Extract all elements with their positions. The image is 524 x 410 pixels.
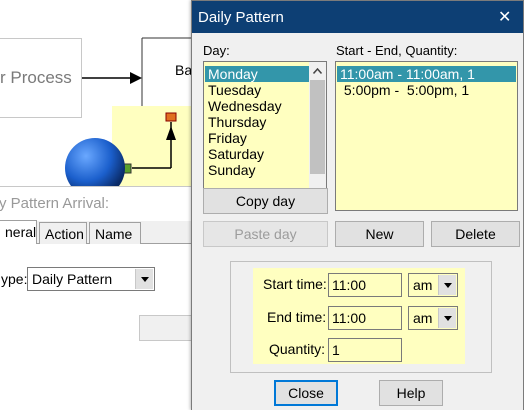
close-button-label: Close (288, 385, 324, 401)
end-ampm-select[interactable]: am (408, 306, 458, 330)
day-list-item[interactable]: Monday (205, 66, 309, 82)
help-button[interactable]: Help (379, 380, 443, 406)
start-ampm-dropdown[interactable] (438, 275, 456, 295)
type-combo-dropdown[interactable] (135, 269, 153, 289)
type-combo-value: Daily Pattern (32, 271, 113, 287)
tab-action-label: Action (45, 226, 84, 242)
chevron-down-icon (443, 315, 452, 321)
scrollbar-thumb[interactable] (310, 80, 325, 174)
copy-day-button[interactable]: Copy day (203, 188, 328, 214)
daily-pattern-dialog: Daily Pattern ✕ Day: Monday Tuesday Wedn… (191, 0, 524, 410)
chevron-up-icon[interactable] (313, 68, 322, 74)
tab-panel (0, 244, 197, 372)
end-time-input[interactable]: 11:00 (328, 306, 402, 330)
start-time-input[interactable]: 11:00 (328, 273, 402, 297)
paste-day-button-label: Paste day (234, 226, 297, 242)
second-box-label: Ba (175, 62, 193, 78)
start-ampm-select[interactable]: am (408, 273, 458, 297)
dialog-title-bar: Daily Pattern ✕ (192, 1, 523, 33)
start-time-label: Start time: (263, 276, 327, 292)
chevron-down-icon (443, 282, 452, 288)
arrival-dialog-title: y Pattern Arrival: (0, 187, 197, 221)
new-button[interactable]: New (335, 221, 424, 247)
paste-day-button[interactable]: Paste day (203, 221, 328, 247)
schedule-list: 11:00am - 11:00am, 1 5:00pm - 5:00pm, 1 (337, 66, 516, 98)
chevron-down-icon (140, 276, 149, 282)
end-time-label: End time: (267, 309, 327, 325)
day-list-item[interactable]: Wednesday (205, 98, 309, 114)
tab-name[interactable]: Name (89, 222, 141, 244)
dialog-client-area: Day: Monday Tuesday Wednesday Thursday F… (192, 33, 523, 410)
type-combo[interactable]: Daily Pattern (27, 267, 155, 291)
tab-general[interactable]: neral (0, 220, 37, 244)
tab-action[interactable]: Action (39, 222, 87, 244)
start-ampm-value: am (413, 277, 433, 293)
schedule-list-item[interactable]: 5:00pm - 5:00pm, 1 (337, 82, 516, 98)
delete-button-label: Delete (455, 226, 496, 242)
copy-day-button-label: Copy day (235, 193, 296, 209)
day-list-item[interactable]: Sunday (205, 162, 309, 178)
tab-name-label: Name (95, 226, 133, 242)
day-list: Monday Tuesday Wednesday Thursday Friday… (205, 66, 309, 178)
close-icon[interactable]: ✕ (498, 7, 511, 27)
day-list-item[interactable]: Thursday (205, 114, 309, 130)
end-ampm-value: am (413, 310, 433, 326)
type-label: ype: (1, 271, 28, 287)
schedule-listbox[interactable]: 11:00am - 11:00am, 1 5:00pm - 5:00pm, 1 (335, 61, 518, 211)
time-groupbox: Start time: 11:00 am End time: 11:00 am … (230, 261, 492, 373)
day-label: Day: (203, 43, 230, 58)
dialog-title: Daily Pattern (198, 9, 284, 26)
quantity-input[interactable]: 1 (328, 338, 402, 362)
quantity-label: Quantity: (269, 341, 326, 357)
end-ampm-dropdown[interactable] (438, 308, 456, 328)
arrival-dialog-button-partial[interactable] (139, 315, 197, 341)
day-list-item[interactable]: Tuesday (205, 82, 309, 98)
delete-button[interactable]: Delete (431, 221, 520, 247)
new-button-label: New (365, 226, 394, 242)
help-button-label: Help (396, 385, 426, 401)
day-list-item[interactable]: Saturday (205, 146, 309, 162)
schedule-label: Start - End, Quantity: (336, 43, 458, 58)
day-list-item[interactable]: Friday (205, 130, 309, 146)
close-button[interactable]: Close (274, 380, 338, 406)
tab-general-label: neral (5, 224, 37, 240)
schedule-list-item[interactable]: 11:00am - 11:00am, 1 (337, 66, 516, 82)
arrival-dialog: y Pattern Arrival: neral Action Name ype… (0, 186, 198, 372)
